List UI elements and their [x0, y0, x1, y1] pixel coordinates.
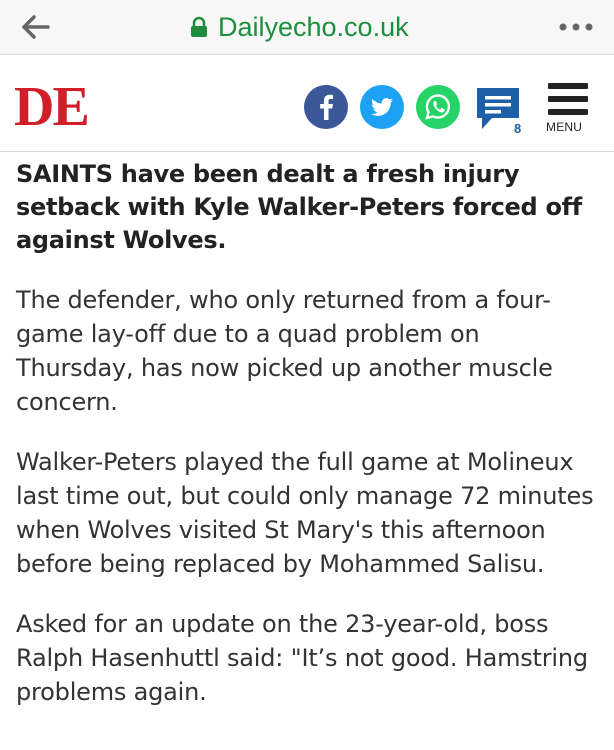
comment-count: 8	[514, 121, 522, 136]
address-bar[interactable]: Dailyecho.co.uk	[190, 10, 409, 44]
hamburger-icon-line	[548, 109, 588, 115]
article-paragraph: Walker-Peters played the full game at Mo…	[16, 448, 594, 578]
whatsapp-icon[interactable]	[416, 85, 460, 129]
more-options-icon[interactable]	[556, 16, 596, 38]
article-body: SAINTS have been dealt a fresh injury se…	[16, 152, 602, 709]
browser-toolbar: Dailyecho.co.uk	[0, 0, 614, 55]
hamburger-icon	[548, 83, 588, 89]
facebook-icon[interactable]	[304, 85, 348, 129]
url-host: Dailyecho.co.uk	[218, 11, 409, 42]
article-paragraph: The defender, who only returned from a f…	[16, 286, 553, 416]
site-header: DE 8 MENU	[0, 55, 614, 152]
twitter-icon[interactable]	[360, 85, 404, 129]
site-logo[interactable]: DE	[14, 79, 90, 135]
lock-icon	[190, 16, 208, 38]
menu-label: MENU	[546, 120, 583, 134]
hamburger-icon-line	[548, 96, 588, 102]
menu-button[interactable]: MENU	[546, 83, 594, 134]
article-lede: SAINTS have been dealt a fresh injury se…	[16, 160, 582, 254]
back-arrow-icon[interactable]	[20, 12, 52, 42]
article-paragraph: Asked for an update on the 23-year-old, …	[16, 610, 588, 706]
